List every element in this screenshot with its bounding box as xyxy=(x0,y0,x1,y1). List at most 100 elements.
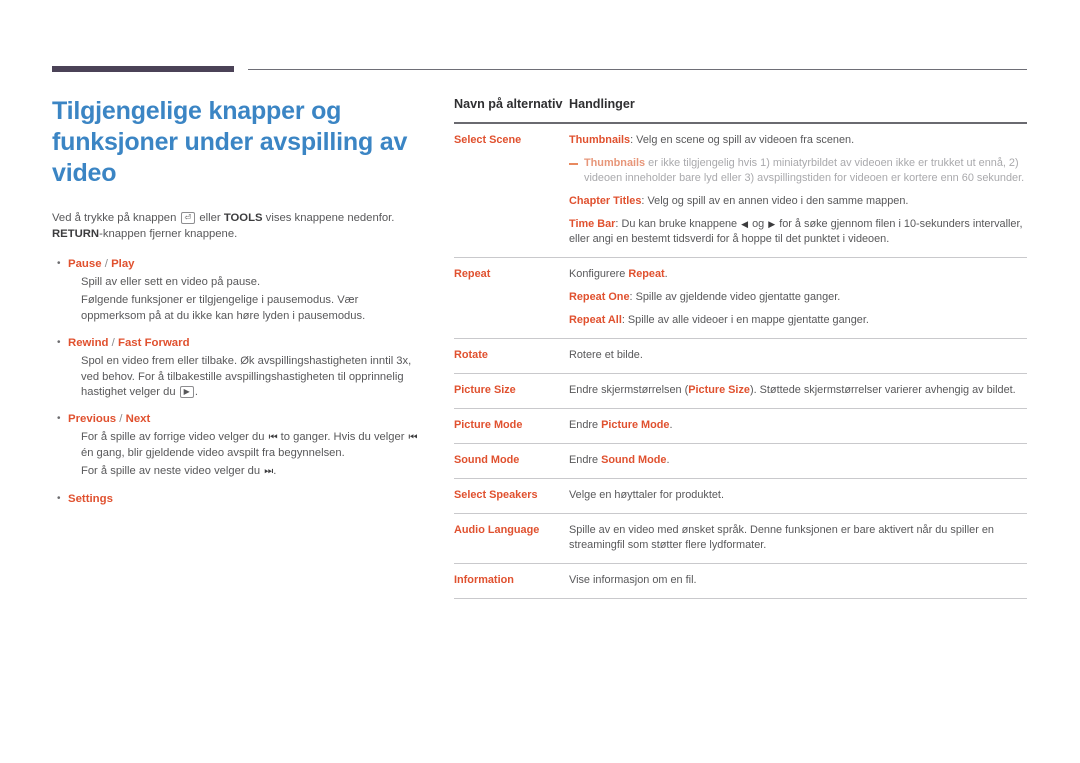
row-line: Konfigurere Repeat. xyxy=(569,267,1027,282)
bullet-body-previous-next: For å spille av forrige video velger du … xyxy=(81,430,424,479)
bullet-heading-row: • Rewind / Fast Forward xyxy=(52,335,424,351)
inline-text: og xyxy=(749,218,768,230)
skip-previous-icon: ⏮ xyxy=(268,432,278,444)
intro-text-part3: vises knappene nedenfor. xyxy=(262,212,395,224)
bullet-paragraph-next: For å spille av neste video velger du ⏭. xyxy=(81,465,277,478)
skip-previous-icon: ⏮ xyxy=(408,432,418,444)
table-row: Picture Size Endre skjermstørrelsen (Pic… xyxy=(454,374,1027,408)
row-body-picture-size: Endre skjermstørrelsen (Picture Size). S… xyxy=(569,383,1027,398)
bullet-term-settings: Settings xyxy=(68,492,113,505)
table-row: Information Vise informasjon om en fil. xyxy=(454,564,1027,598)
table-row: Select Scene Thumbnails: Velg en scene o… xyxy=(454,124,1027,257)
row-label-select-speakers: Select Speakers xyxy=(454,489,538,501)
bullet-term-rewind-fastforward: Rewind / Fast Forward xyxy=(68,335,190,351)
row-label-audio-language: Audio Language xyxy=(454,524,540,536)
row-label-repeat: Repeat xyxy=(454,268,491,280)
inline-text: : Spille av alle videoer i en mappe gjen… xyxy=(621,314,869,326)
inline-term: Repeat One xyxy=(569,291,630,303)
row-label-picture-size: Picture Size xyxy=(454,384,516,396)
row-line: Repeat One: Spille av gjeldende video gj… xyxy=(569,290,1027,305)
row-label-picture-mode: Picture Mode xyxy=(454,419,523,431)
bullet-dot-icon: • xyxy=(57,492,61,504)
row-line: Time Bar: Du kan bruke knappene ◀ og ▶ f… xyxy=(569,217,1027,247)
row-line: Chapter Titles: Velg og spill av en anne… xyxy=(569,194,1027,209)
row-line: Endre Picture Mode. xyxy=(569,418,1027,433)
table-row: Rotate Rotere et bilde. xyxy=(454,339,1027,373)
row-label-select-scene: Select Scene xyxy=(454,134,522,146)
row-body-information: Vise informasjon om en fil. xyxy=(569,573,1027,588)
row-line: Repeat All: Spille av alle videoer i en … xyxy=(569,313,1027,328)
inline-term: Chapter Titles xyxy=(569,195,642,207)
header-rule-thin xyxy=(248,69,1027,70)
row-body-select-speakers: Velge en høyttaler for produktet. xyxy=(569,488,1027,503)
inline-text: . xyxy=(664,268,668,280)
row-body-sound-mode: Endre Sound Mode. xyxy=(569,453,1027,468)
row-line: Velge en høyttaler for produktet. xyxy=(569,489,724,501)
note-dash-icon xyxy=(569,163,578,165)
inline-text: Konfigurere xyxy=(569,268,629,280)
inline-term: Thumbnails xyxy=(584,157,646,169)
play-button-icon: ▶ xyxy=(179,386,194,399)
row-line: Endre skjermstørrelsen (Picture Size). S… xyxy=(569,383,1027,398)
inline-term: Repeat All xyxy=(569,314,622,326)
bullet-group-previous-next: • Previous / Next For å spille av forrig… xyxy=(52,411,424,479)
bullet-paragraph: Følgende funksjoner er tilgjengelige i p… xyxy=(81,294,366,322)
row-line: Thumbnails: Velg en scene og spill av vi… xyxy=(569,133,1027,148)
inline-text: . xyxy=(666,454,670,466)
inline-text: . xyxy=(669,419,673,431)
bullet-group-pause-play: • Pause / Play Spill av eller sett en vi… xyxy=(52,256,424,324)
table-row: Repeat Konfigurere Repeat. Repeat One: S… xyxy=(454,258,1027,338)
inline-term: Time Bar xyxy=(569,218,616,230)
inline-text: : Velg og spill av en annen video i den … xyxy=(641,195,909,207)
bullet-paragraph-previous: For å spille av forrige video velger du … xyxy=(81,431,418,459)
intro-text-part1: Ved å trykke på knappen xyxy=(52,212,180,224)
inline-text: er ikke tilgjengelig hvis 1) miniatyrbil… xyxy=(584,157,1025,184)
term-primary: Pause xyxy=(68,258,102,270)
bullet-paragraph-rewind: Spol en video frem eller tilbake. Øk avs… xyxy=(81,355,412,399)
inline-text: : Velg en scene og spill av videoen fra … xyxy=(630,134,855,146)
bullet-group-rewind-fastforward: • Rewind / Fast Forward Spol en video fr… xyxy=(52,335,424,400)
row-body-audio-language: Spille av en video med ønsket språk. Den… xyxy=(569,523,1027,553)
table-bottom-divider xyxy=(454,598,1027,599)
bullet-term-previous-next: Previous / Next xyxy=(68,411,150,427)
row-label-information: Information xyxy=(454,574,514,586)
options-table: Navn på alternativ Handlinger Select Sce… xyxy=(454,96,1027,599)
inline-term: Repeat xyxy=(628,268,665,280)
bullet-heading-row: • Settings xyxy=(52,491,424,507)
inline-term: Sound Mode xyxy=(601,454,667,466)
inline-text: : Du kan bruke knappene xyxy=(615,218,741,230)
arrow-right-icon: ▶ xyxy=(768,219,776,229)
intro-tools-label: TOOLS xyxy=(223,212,263,224)
inline-text: : Spille av gjeldende video gjentatte ga… xyxy=(629,291,841,303)
bullet-paragraph: Spill av eller sett en video på pause. xyxy=(81,276,261,288)
term-separator: / xyxy=(116,413,126,426)
term-secondary: Play xyxy=(111,258,135,270)
header-rule-thick xyxy=(52,66,234,72)
intro-paragraph: Ved å trykke på knappen ⏎ eller TOOLS vi… xyxy=(52,211,424,242)
skip-next-icon: ⏭ xyxy=(264,466,273,478)
row-label-rotate: Rotate xyxy=(454,349,488,361)
enter-key-icon: ⏎ xyxy=(180,212,196,224)
row-line: Vise informasjon om en fil. xyxy=(569,574,697,586)
term-primary: Previous xyxy=(68,413,117,426)
intro-text-part2: eller xyxy=(196,212,224,224)
bullet-term-pause-play: Pause / Play xyxy=(68,256,135,272)
table-header-name: Navn på alternativ xyxy=(454,97,563,111)
table-row: Sound Mode Endre Sound Mode. xyxy=(454,444,1027,478)
intro-return-label: RETURN xyxy=(52,227,100,240)
bullet-body-rewind-fastforward: Spol en video frem eller tilbake. Øk avs… xyxy=(81,354,424,400)
bullet-heading-row: • Pause / Play xyxy=(52,256,424,272)
row-line: Spille av en video med ønsket språk. Den… xyxy=(569,524,994,551)
inline-term: Picture Mode xyxy=(601,419,670,431)
term-primary: Rewind xyxy=(68,337,109,350)
inline-term: Picture Size xyxy=(688,384,750,396)
bullet-body-pause-play: Spill av eller sett en video på pause. F… xyxy=(81,275,424,324)
bullet-heading-row: • Previous / Next xyxy=(52,411,424,427)
inline-text: Endre skjermstørrelsen ( xyxy=(569,384,689,396)
term-separator: / xyxy=(108,337,119,350)
bullet-dot-icon: • xyxy=(57,413,61,425)
bullet-dot-icon: • xyxy=(57,337,61,349)
left-column: Tilgjengelige knapper og funksjoner unde… xyxy=(52,96,424,518)
row-body-picture-mode: Endre Picture Mode. xyxy=(569,418,1027,433)
row-line: Endre Sound Mode. xyxy=(569,453,1027,468)
